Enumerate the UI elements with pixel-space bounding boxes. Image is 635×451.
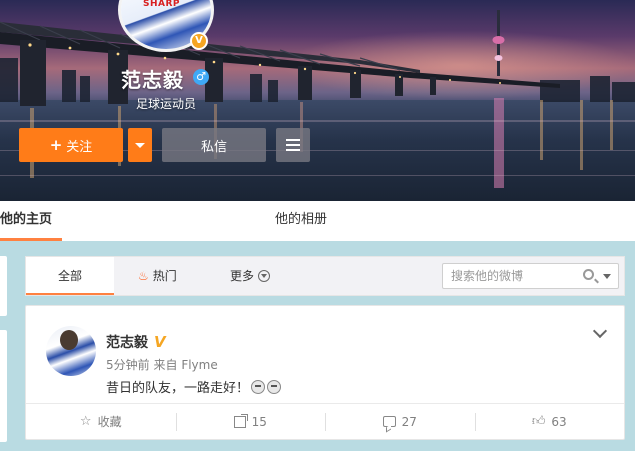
post-text-content: 昔日的队友，一路走好！ [106, 381, 250, 396]
post-author-name[interactable]: 范志毅 [106, 332, 148, 352]
filter-tab-all[interactable]: 全部 [26, 257, 114, 295]
avatar-photo [60, 330, 78, 350]
search-input[interactable] [443, 264, 573, 288]
profile-name: 范志毅 [121, 68, 184, 92]
plus-icon: + [49, 136, 63, 154]
left-sidebar-panel-2 [0, 330, 7, 442]
post-text: 昔日的队友，一路走好！ [106, 377, 282, 396]
tab-album[interactable]: 他的相册 [275, 201, 327, 241]
avatar-shirt-brand: SHARP [143, 0, 181, 9]
repost-icon [233, 413, 248, 428]
message-label: 私信 [200, 139, 227, 155]
crying-emoji-icon [267, 380, 282, 394]
post-meta: 5分钟前 来自 Flyme [106, 356, 218, 373]
like-count: 63 [551, 414, 567, 429]
cover-bridge-scene [0, 10, 635, 188]
caret-down-icon [135, 143, 145, 148]
fire-icon: ♨ [138, 269, 149, 283]
crying-emoji-icon [251, 380, 266, 394]
post-source[interactable]: Flyme [181, 358, 217, 372]
post-menu-chevron-icon[interactable] [592, 323, 608, 339]
repost-button[interactable]: 15 [175, 404, 326, 439]
more-menu-button[interactable] [276, 128, 310, 162]
post-action-bar: ☆ 收藏 15 27 👍︎ 63 [26, 403, 624, 439]
star-icon: ☆ [79, 414, 92, 429]
comment-icon [382, 416, 396, 427]
search-dropdown-icon[interactable] [603, 274, 611, 279]
follow-label: 关注 [66, 139, 93, 155]
filter-tab-hot-label: 热门 [152, 269, 177, 283]
profile-cover: SHARP V 范志毅 ♂ 足球运动员 + 关注 私信 [0, 0, 635, 201]
chevron-down-icon [258, 269, 271, 282]
like-button[interactable]: 👍︎ 63 [474, 404, 625, 439]
post-time[interactable]: 5分钟前 [106, 358, 150, 372]
feed-filter-bar: 全部 ♨ 热门 更多 [25, 256, 625, 296]
verified-v-icon: V [154, 333, 166, 351]
verified-badge-icon: V [190, 32, 208, 50]
search-icon[interactable] [583, 269, 594, 280]
left-sidebar-panel [0, 256, 7, 316]
post-source-prefix: 来自 [153, 358, 178, 372]
post-author-avatar[interactable] [46, 326, 96, 376]
follow-button[interactable]: + 关注 [19, 128, 123, 162]
male-icon: ♂ [193, 69, 209, 85]
comment-count: 27 [401, 414, 417, 429]
repost-count: 15 [251, 414, 267, 429]
filter-tab-hot[interactable]: ♨ 热门 [138, 257, 177, 295]
follow-dropdown-button[interactable] [128, 128, 152, 162]
filter-tab-more[interactable]: 更多 [230, 257, 271, 295]
comment-button[interactable]: 27 [325, 404, 475, 439]
thumbs-up-icon: 👍︎ [531, 414, 546, 429]
profile-description: 足球运动员 [136, 97, 197, 111]
feed-search-box [442, 263, 619, 289]
profile-tabbar: 他的主页 他的相册 [0, 201, 635, 241]
tab-home[interactable]: 他的主页 [0, 201, 62, 241]
filter-tab-more-label: 更多 [230, 269, 255, 283]
favorite-label: 收藏 [97, 415, 122, 429]
favorite-button[interactable]: ☆ 收藏 [26, 404, 176, 439]
message-button[interactable]: 私信 [162, 128, 266, 162]
weibo-post-card: 范志毅 V 5分钟前 来自 Flyme 昔日的队友，一路走好！ ☆ 收藏 15 … [25, 305, 625, 440]
